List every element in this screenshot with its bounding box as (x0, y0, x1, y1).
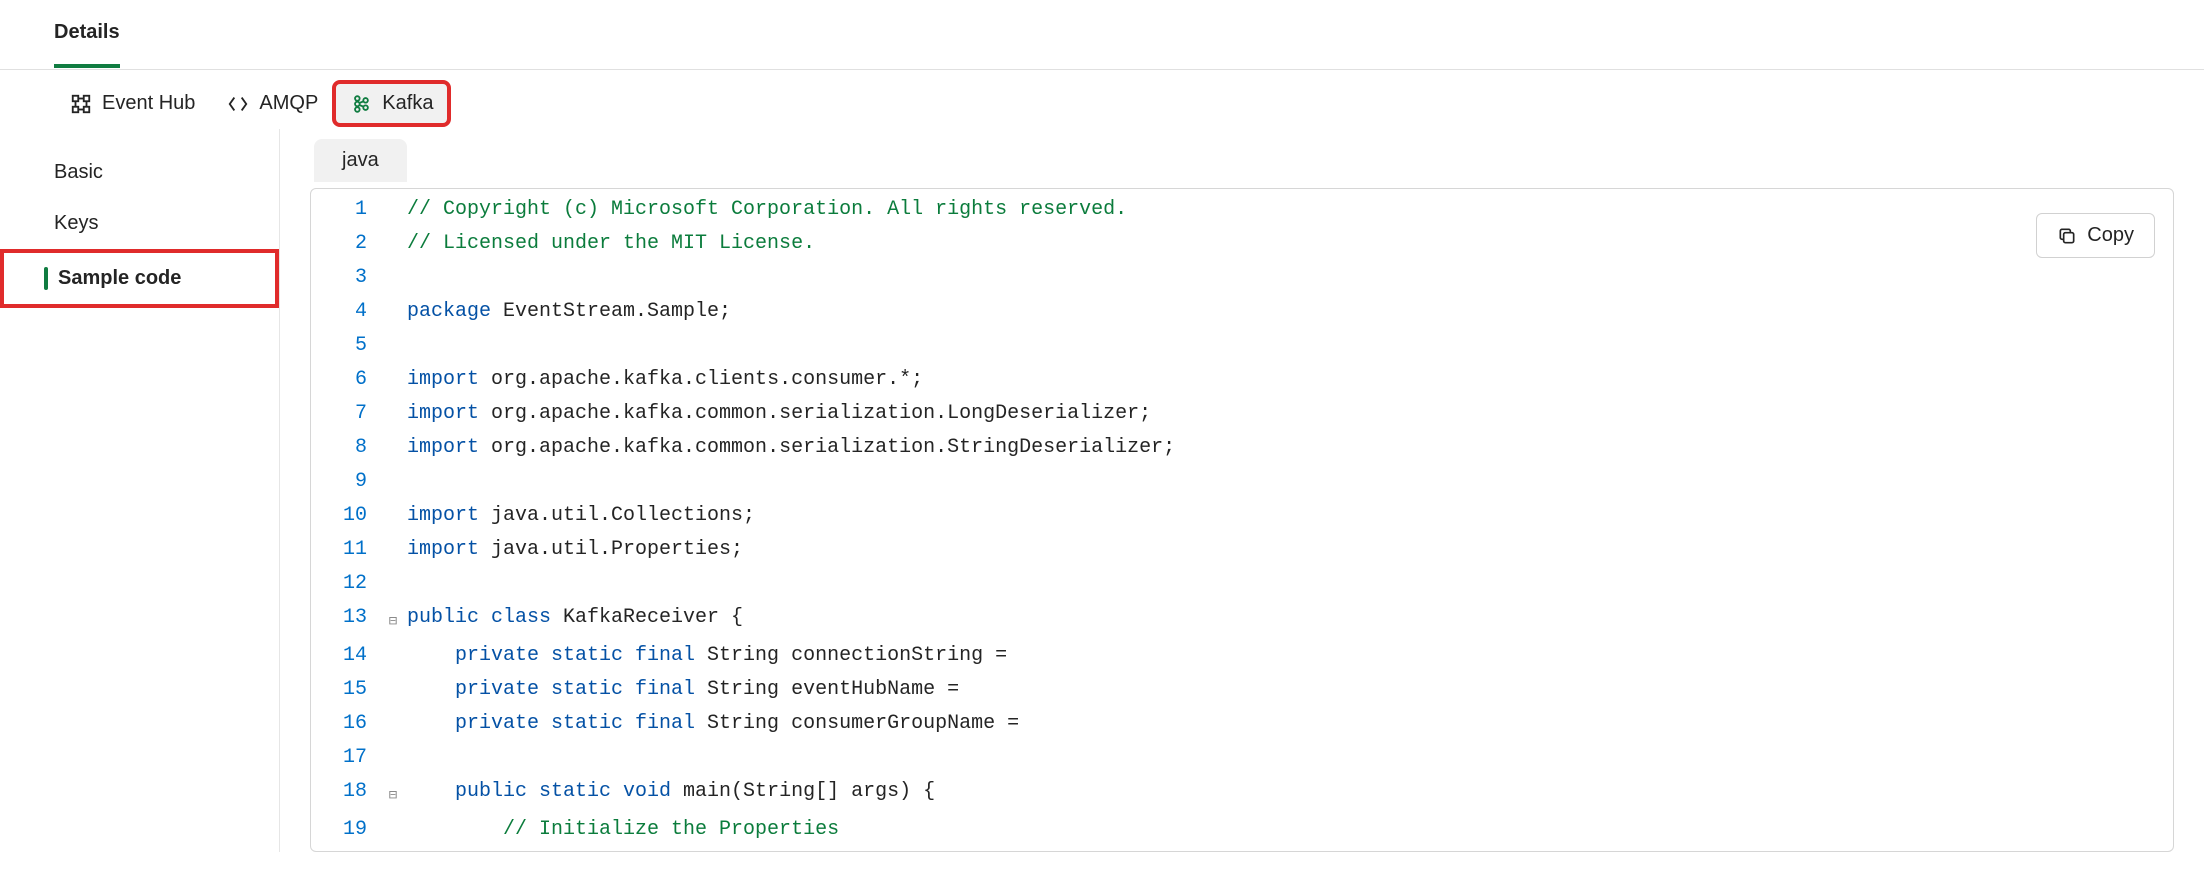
tab-event-hub[interactable]: Event Hub (54, 82, 211, 125)
tab-details[interactable]: Details (54, 1, 120, 68)
line-number: 5 (311, 329, 383, 363)
tab-kafka[interactable]: Kafka (334, 82, 449, 125)
sidebar-item-keys[interactable]: Keys (0, 198, 279, 249)
line-number: 13 (311, 601, 383, 635)
copy-icon (2057, 226, 2077, 246)
line-number: 15 (311, 673, 383, 707)
event-hub-icon (70, 93, 92, 115)
tab-amqp-label: AMQP (259, 92, 318, 115)
tab-language-java[interactable]: java (314, 139, 407, 182)
line-number: 14 (311, 639, 383, 673)
body-area: Basic Keys Sample code java Copy 1// Cop… (0, 125, 2204, 852)
line-number: 16 (311, 707, 383, 741)
line-number: 2 (311, 227, 383, 261)
line-number: 4 (311, 295, 383, 329)
line-number: 8 (311, 431, 383, 465)
line-number: 12 (311, 567, 383, 601)
line-number: 10 (311, 499, 383, 533)
line-number: 17 (311, 741, 383, 775)
amqp-icon (227, 93, 249, 115)
line-number: 1 (311, 193, 383, 227)
sidebar-highlight: Sample code (0, 249, 279, 308)
code-editor: Copy 1// Copyright (c) Microsoft Corpora… (310, 188, 2174, 852)
tab-kafka-label: Kafka (382, 92, 433, 115)
copy-label: Copy (2087, 224, 2134, 247)
fold-icon[interactable]: ⊟ (383, 775, 403, 813)
line-number: 7 (311, 397, 383, 431)
line-number: 6 (311, 363, 383, 397)
main-content: java Copy 1// Copyright (c) Microsoft Co… (280, 125, 2204, 852)
fold-icon[interactable]: ⊟ (383, 601, 403, 639)
copy-button[interactable]: Copy (2036, 213, 2155, 258)
code-lines[interactable]: 1// Copyright (c) Microsoft Corporation.… (311, 189, 2173, 851)
tab-amqp[interactable]: AMQP (211, 82, 334, 125)
sidebar: Basic Keys Sample code (0, 129, 280, 852)
sidebar-item-sample-code[interactable]: Sample code (4, 253, 275, 304)
kafka-icon (350, 93, 372, 115)
line-number: 9 (311, 465, 383, 499)
sidebar-item-basic[interactable]: Basic (0, 147, 279, 198)
line-number: 3 (311, 261, 383, 295)
line-number: 18 (311, 775, 383, 809)
protocol-tabs: Event Hub AMQP Kafka (0, 70, 2204, 125)
tab-event-hub-label: Event Hub (102, 92, 195, 115)
line-number: 19 (311, 813, 383, 847)
line-number: 11 (311, 533, 383, 567)
header-bar: Details (0, 0, 2204, 70)
